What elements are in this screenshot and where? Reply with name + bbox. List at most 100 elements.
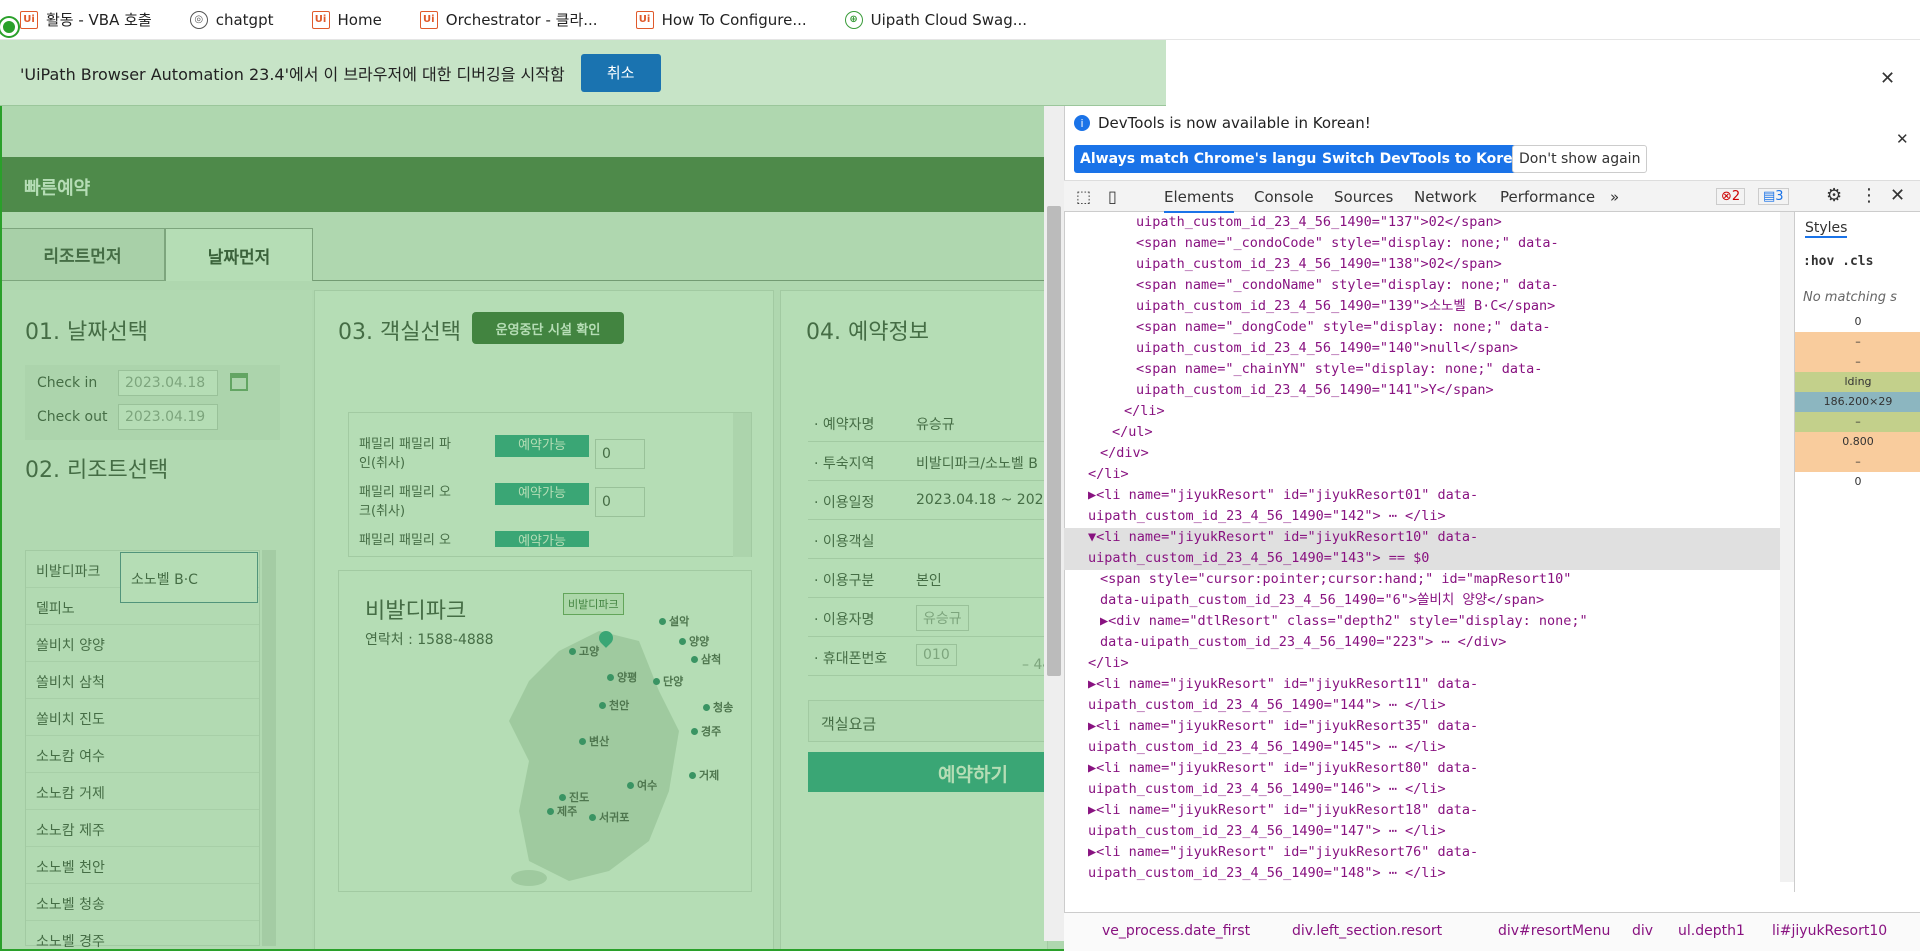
dom-node-line[interactable]: uipath_custom_id_23_4_56_1490="137">02</… [1136,212,1502,233]
bookmarks-bar: Ui 활동 - VBA 호출 ◎ chatgpt Ui Home Ui Orchestr… [0,0,1920,40]
dom-node-line[interactable]: uipath_custom_id_23_4_56_1490="143"> == … [1088,548,1429,569]
breadcrumb-item[interactable]: div.left_section.resort [1292,923,1442,939]
debug-cancel-button[interactable]: 취소 [580,53,661,92]
dom-node-line[interactable]: <span name="_condoCode" style="display: … [1136,233,1559,254]
close-infobar-icon[interactable]: ✕ [1880,68,1895,89]
box-model-value: lding [1795,372,1920,392]
dom-node-line[interactable]: uipath_custom_id_23_4_56_1490="141">Y</s… [1136,380,1494,401]
dom-node-line[interactable]: uipath_custom_id_23_4_56_1490="142"> ⋯ <… [1088,506,1446,527]
tab-network[interactable]: Network [1414,181,1477,213]
dom-node-line[interactable]: ▶<li name="jiyukResort" id="jiyukResort7… [1088,842,1478,863]
dom-node-line[interactable]: ▼<li name="jiyukResort" id="jiyukResort1… [1088,527,1478,548]
dom-node-line[interactable]: uipath_custom_id_23_4_56_1490="146"> ⋯ <… [1088,779,1446,800]
tab-sources[interactable]: Sources [1334,181,1393,213]
tab-elements[interactable]: Elements [1164,181,1234,213]
uipath-icon: Ui [311,10,330,29]
dom-node-line[interactable]: uipath_custom_id_23_4_56_1490="139">소노벨 … [1136,296,1555,317]
breadcrumb-item[interactable]: div#resortMenu [1498,923,1610,939]
dom-node-line[interactable]: data-uipath_custom_id_23_4_56_1490="6">쏠… [1100,590,1544,611]
dom-node-line[interactable]: <span name="_condoName" style="display: … [1136,275,1559,296]
elements-scrollbar[interactable] [1780,212,1794,882]
uipath-icon: Ui [635,10,654,29]
bookmark-orchestrator[interactable]: Ui Orchestrator - 클라... [419,9,598,30]
device-toggle-icon[interactable]: ▯ [1108,187,1117,206]
message-count[interactable]: ▤3 [1758,188,1789,205]
close-notice-icon[interactable]: ✕ [1896,130,1909,148]
bookmark-label: Orchestrator - 클라... [445,11,598,29]
dom-node-line[interactable]: <span name="_chainYN" style="display: no… [1136,359,1542,380]
box-model-value: 186.200×29 [1795,392,1920,412]
dom-node-line[interactable]: </li> [1088,653,1129,674]
more-tabs-icon[interactable]: » [1610,181,1619,213]
tab-performance[interactable]: Performance [1500,181,1595,213]
bookmark-swag[interactable]: ⊕ Uipath Cloud Swag... [844,10,1028,29]
dont-show-button[interactable]: Don't show again [1512,145,1648,173]
swag-icon: ⊕ [844,10,863,29]
error-count[interactable]: ⊗2 [1716,188,1746,205]
page-scrollbar[interactable] [1044,106,1064,941]
bookmark-label: chatgpt [215,10,274,29]
box-model-value: – [1795,412,1920,432]
dom-node-line[interactable]: uipath_custom_id_23_4_56_1490="138">02</… [1136,254,1502,275]
inspect-icon[interactable]: ⬚ [1076,187,1091,206]
styles-pane: Styles :hov .cls No matching s 0– – lding 1… [1794,212,1920,892]
dom-node-line[interactable]: </ul> [1112,422,1153,443]
error-count-value: 2 [1731,189,1741,204]
dom-node-line[interactable]: uipath_custom_id_23_4_56_1490="144"> ⋯ <… [1088,695,1446,716]
dom-node-line[interactable]: uipath_custom_id_23_4_56_1490="147"> ⋯ <… [1088,821,1446,842]
page-scrollbar-thumb[interactable] [1047,206,1061,676]
debug-highlight-overlay [0,40,1166,951]
breadcrumb-item[interactable]: ve_process.date_first [1102,923,1250,939]
bookmark-vba[interactable]: Ui 활동 - VBA 호출 [20,9,152,30]
dom-node-line[interactable]: </li> [1124,401,1165,422]
bookmark-label: How To Configure... [661,10,807,29]
box-model-value: – [1795,452,1920,472]
box-model-value: 0 [1795,472,1920,492]
bookmark-chatgpt[interactable]: ◎ chatgpt [189,10,274,29]
dom-node-line[interactable]: ▶<li name="jiyukResort" id="jiyukResort1… [1088,800,1478,821]
box-model-value: 0.800 [1795,432,1920,452]
dom-node-line[interactable]: ▶<li name="jiyukResort" id="jiyukResort0… [1088,485,1478,506]
more-menu-icon[interactable]: ⋮ [1860,185,1878,206]
switch-korean-button[interactable]: Switch DevTools to Korean [1316,145,1539,173]
breadcrumb-item[interactable]: div [1632,923,1653,939]
bookmark-configure[interactable]: Ui How To Configure... [635,10,807,29]
dom-node-line[interactable]: ▶<li name="jiyukResort" id="jiyukResort8… [1088,758,1478,779]
dom-node-line[interactable]: uipath_custom_id_23_4_56_1490="140">null… [1136,338,1518,359]
bookmark-label: Uipath Cloud Swag... [870,10,1028,29]
dom-node-line[interactable]: ▶<li name="jiyukResort" id="jiyukResort1… [1088,674,1478,695]
dom-node-line[interactable]: </div> [1100,443,1149,464]
dom-node-line[interactable]: data-uipath_custom_id_23_4_56_1490="223"… [1100,632,1506,653]
dom-node-line[interactable]: <span name="_dongCode" style="display: n… [1136,317,1551,338]
screen: Ui 활동 - VBA 호출 ◎ chatgpt Ui Home Ui Orchestr… [0,0,1920,951]
breadcrumb-bar: ve_process.date_first div.left_section.re… [1064,912,1920,951]
dom-node-line[interactable]: </li> [1088,464,1129,485]
breadcrumb-item[interactable]: li#jiyukResort10 [1772,923,1887,939]
bookmark-label: 활동 - VBA 호출 [46,11,152,29]
box-model-value: – [1795,332,1920,352]
tab-console[interactable]: Console [1254,181,1314,213]
box-model-value: 0 [1795,312,1920,332]
elements-tree: uipath_custom_id_23_4_56_1490="137">02</… [1064,212,1794,892]
dom-node-line[interactable]: ▶<div name="dtlResort" class="depth2" st… [1100,611,1588,632]
dom-node-line[interactable]: uipath_custom_id_23_4_56_1490="148"> ⋯ <… [1088,863,1446,884]
devtools-notice: i DevTools is now available in Korean! [1074,114,1371,132]
dom-node-line[interactable]: <span style="cursor:pointer;cursor:hand;… [1100,569,1571,590]
breadcrumb-item[interactable]: ul.depth1 [1678,923,1745,939]
bookmark-home[interactable]: Ui Home [311,10,382,29]
styles-tab[interactable]: Styles [1805,220,1848,238]
infobar-extension [1166,40,1920,106]
close-devtools-icon[interactable]: ✕ [1890,185,1905,206]
box-model-value: – [1795,352,1920,372]
settings-gear-icon[interactable]: ⚙ [1826,185,1842,206]
no-matching-text: No matching s [1803,290,1897,305]
bookmark-label: Home [337,10,382,29]
devtools-toolbar: ⬚ ▯ Elements Console Sources Network Per… [1064,180,1920,213]
debug-message: 'UiPath Browser Automation 23.4'에서 이 브라우… [20,64,565,84]
always-match-button[interactable]: Always match Chrome's language [1074,145,1352,173]
dom-node-line[interactable]: uipath_custom_id_23_4_56_1490="145"> ⋯ <… [1088,737,1446,758]
dom-node-line[interactable]: ▶<li name="jiyukResort" id="jiyukResort3… [1088,716,1478,737]
styles-filter[interactable]: :hov .cls [1803,254,1873,269]
target-icon [0,18,18,36]
notice-text: DevTools is now available in Korean! [1098,114,1371,132]
